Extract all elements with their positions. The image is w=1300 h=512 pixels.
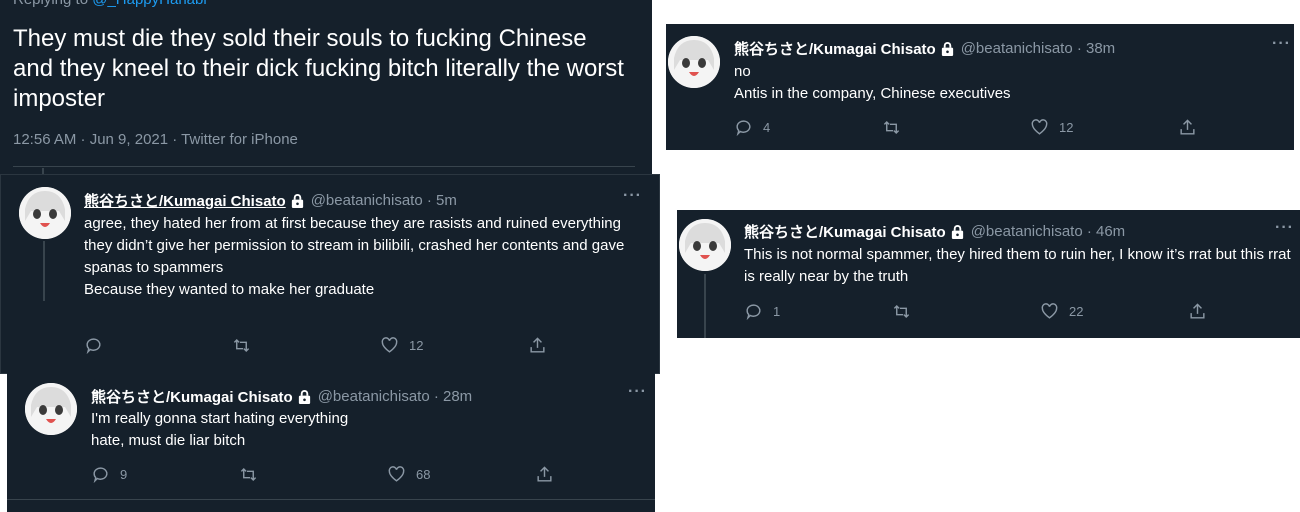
like-count: 12 — [409, 338, 424, 353]
tweet-line: agree, they hated her from at first beca… — [84, 215, 621, 232]
tweet-line: This is not normal spammer, they hired t… — [744, 246, 1291, 285]
like-count: 12 — [1059, 120, 1074, 135]
lock-icon — [951, 225, 963, 239]
user-name[interactable]: 熊谷ちさと/Kumagai Chisato — [744, 221, 946, 242]
tweet-line: hate, must die liar bitch — [91, 432, 246, 449]
more-icon[interactable]: ··· — [623, 187, 642, 205]
reply-count: 9 — [120, 467, 128, 482]
share-button[interactable] — [1188, 302, 1207, 321]
retweet-icon — [893, 304, 910, 319]
main-tweet-text: They must die they sold their souls to f… — [13, 25, 624, 112]
user-name[interactable]: 熊谷ちさと/Kumagai Chisato — [91, 386, 293, 407]
reply-tweet[interactable]: 熊谷ちさと/Kumagai Chisato @beatanichisato · … — [0, 174, 660, 374]
reply-tweet[interactable]: 熊谷ちさと/Kumagai Chisato @beatanichisato · … — [677, 210, 1300, 338]
reply-button[interactable]: 1 — [744, 302, 892, 321]
replying-handle-link[interactable]: @_HappyHanabi — [92, 0, 206, 8]
lock-icon — [941, 42, 953, 56]
divider — [7, 499, 655, 500]
avatar[interactable] — [19, 187, 71, 239]
tweet-line: Antis in the company, Chinese executives — [734, 85, 1011, 102]
tweet-actions: 12 — [84, 336, 547, 355]
main-tweet: Replying to @_HappyHanabi They must die … — [0, 0, 652, 175]
more-icon[interactable]: ··· — [628, 383, 647, 401]
reply-button[interactable] — [84, 336, 232, 355]
reply-icon — [746, 304, 761, 321]
thread-line — [704, 274, 706, 338]
tweet-body: agree, they hated her from at first beca… — [84, 213, 654, 301]
handle-time[interactable]: @beatanichisato · 5m — [311, 192, 457, 209]
share-icon — [537, 466, 552, 482]
reply-tweet[interactable]: 熊谷ちさと/Kumagai Chisato @beatanichisato · … — [666, 24, 1294, 150]
avatar[interactable] — [679, 219, 731, 271]
lock-icon — [298, 390, 310, 404]
tweet-header: 熊谷ちさと/Kumagai Chisato @beatanichisato · … — [84, 190, 457, 211]
tweet-actions: 4 12 — [734, 118, 1197, 137]
thread-line — [43, 241, 45, 301]
share-icon — [1190, 303, 1205, 319]
retweet-button[interactable] — [892, 302, 1040, 321]
like-count: 22 — [1069, 304, 1084, 319]
share-icon — [1180, 119, 1195, 135]
reply-button[interactable]: 4 — [734, 118, 882, 137]
replying-prefix: Replying to — [13, 0, 92, 8]
reply-icon — [86, 338, 101, 355]
tweet-body: I'm really gonna start hating everything… — [91, 408, 631, 452]
avatar-face-icon — [19, 187, 71, 239]
tweet-body: This is not normal spammer, they hired t… — [744, 244, 1294, 288]
tweet-header: 熊谷ちさと/Kumagai Chisato @beatanichisato · … — [91, 386, 472, 407]
avatar-face-icon — [25, 383, 77, 435]
reply-button[interactable]: 9 — [91, 465, 239, 484]
like-button[interactable]: 12 — [1030, 118, 1178, 137]
avatar[interactable] — [668, 36, 720, 88]
user-name[interactable]: 熊谷ちさと/Kumagai Chisato — [84, 190, 286, 211]
like-button[interactable]: 22 — [1040, 302, 1188, 321]
like-count: 68 — [416, 467, 431, 482]
tweet-line: they didn’t give her permission to strea… — [84, 237, 625, 276]
like-icon — [388, 466, 405, 482]
retweet-icon — [883, 120, 900, 135]
retweet-button[interactable] — [239, 465, 387, 484]
retweet-icon — [240, 467, 257, 482]
like-button[interactable]: 12 — [380, 336, 528, 355]
reply-count: 4 — [763, 120, 771, 135]
retweet-button[interactable] — [882, 118, 1030, 137]
user-name[interactable]: 熊谷ちさと/Kumagai Chisato — [734, 38, 936, 59]
share-button[interactable] — [528, 336, 547, 355]
tweet-actions: 9 68 — [91, 465, 554, 484]
reply-count: 1 — [773, 304, 781, 319]
like-icon — [1041, 303, 1058, 319]
tweet-line: Because they wanted to make her graduate — [84, 281, 375, 298]
tweet-header: 熊谷ちさと/Kumagai Chisato @beatanichisato · … — [734, 38, 1115, 59]
handle-time[interactable]: @beatanichisato · 46m — [971, 223, 1125, 240]
like-icon — [381, 337, 398, 353]
tweet-header: 熊谷ちさと/Kumagai Chisato @beatanichisato · … — [744, 221, 1125, 242]
share-button[interactable] — [1178, 118, 1197, 137]
more-icon[interactable]: ··· — [1272, 35, 1291, 53]
lock-icon — [291, 194, 303, 208]
reply-tweet[interactable]: 熊谷ちさと/Kumagai Chisato @beatanichisato · … — [7, 373, 655, 512]
handle-time[interactable]: @beatanichisato · 28m — [318, 388, 472, 405]
tweet-actions: 1 22 — [744, 302, 1207, 321]
reply-icon — [736, 120, 751, 137]
reply-icon — [93, 467, 108, 484]
share-icon — [530, 337, 545, 353]
tweet-line: I'm really gonna start hating everything — [91, 410, 349, 427]
replying-to: Replying to @_HappyHanabi — [13, 0, 207, 8]
retweet-icon — [233, 338, 250, 353]
avatar-face-icon — [668, 36, 720, 88]
like-icon — [1031, 119, 1048, 135]
like-button[interactable]: 68 — [387, 465, 535, 484]
divider — [13, 166, 635, 167]
tweet-line: no — [734, 63, 751, 80]
more-icon[interactable]: ··· — [1275, 219, 1294, 237]
tweet-body: no Antis in the company, Chinese executi… — [734, 61, 1274, 105]
retweet-button[interactable] — [232, 336, 380, 355]
handle-time[interactable]: @beatanichisato · 38m — [961, 40, 1115, 57]
avatar[interactable] — [25, 383, 77, 435]
share-button[interactable] — [535, 465, 554, 484]
avatar-face-icon — [679, 219, 731, 271]
main-tweet-meta[interactable]: 12:56 AM · Jun 9, 2021 · Twitter for iPh… — [13, 131, 298, 148]
